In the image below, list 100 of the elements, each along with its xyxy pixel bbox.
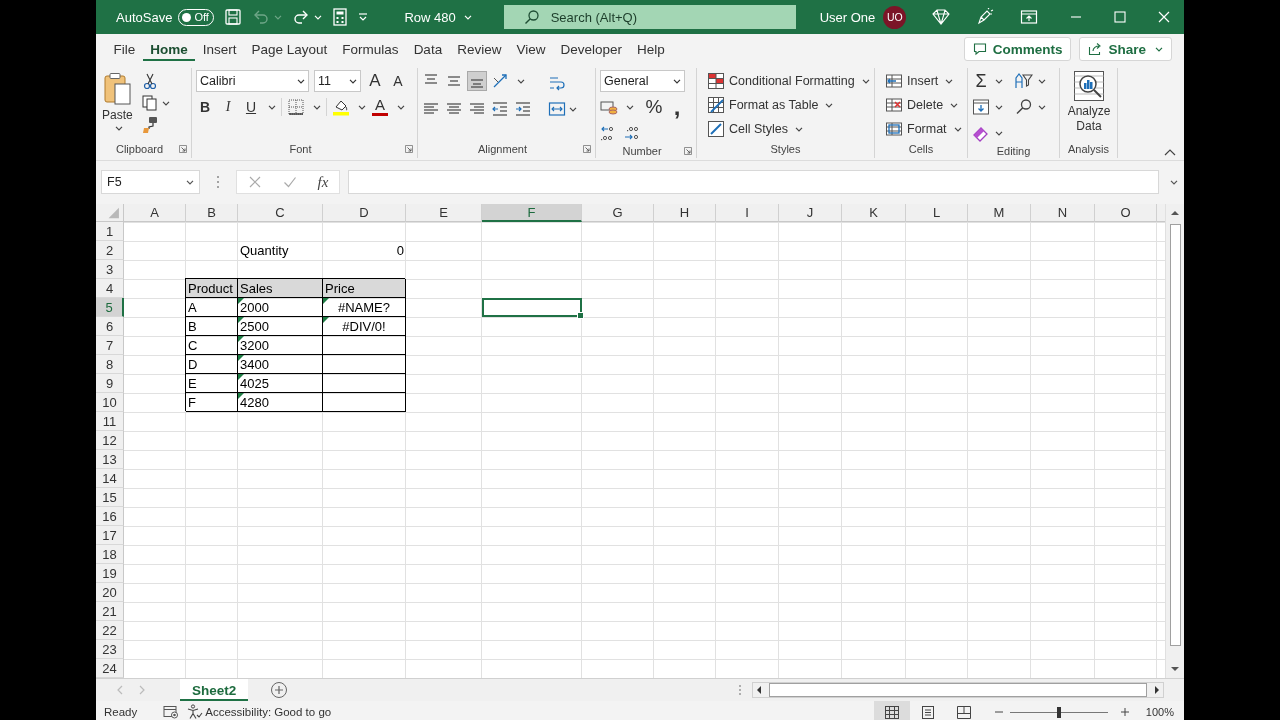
table-cell[interactable]: D <box>186 355 238 374</box>
column-header[interactable]: I <box>716 204 779 222</box>
paste-button[interactable]: Paste <box>100 70 135 133</box>
table-cell[interactable]: 4025 <box>238 374 323 393</box>
group-label: Clipboard <box>114 143 165 155</box>
underline-button[interactable]: U <box>242 96 260 118</box>
table-cell[interactable]: 3400 <box>238 355 323 374</box>
percent-style-button[interactable]: % <box>645 96 663 118</box>
column-header[interactable]: D <box>323 204 406 222</box>
row-header[interactable]: 19 <box>96 564 124 583</box>
row-header[interactable]: 16 <box>96 507 124 526</box>
autosum-button[interactable]: Σ <box>972 70 990 92</box>
column-header[interactable]: H <box>654 204 716 222</box>
table-cell[interactable]: #NAME? <box>323 298 406 317</box>
ribbon-tab[interactable]: File <box>106 34 143 64</box>
row-header[interactable]: 11 <box>96 412 124 431</box>
column-header[interactable]: E <box>406 204 482 222</box>
ribbon-tab[interactable]: Formulas <box>334 34 407 64</box>
search-field[interactable]: Search (Alt+Q) <box>503 5 796 29</box>
row-header[interactable]: 2 <box>96 241 124 260</box>
row-header[interactable]: 8 <box>96 355 124 374</box>
table-cell[interactable]: 2500 <box>238 317 323 336</box>
column-header[interactable]: K <box>842 204 906 222</box>
number-format-dropdown[interactable]: General <box>600 70 685 92</box>
ribbon-button[interactable]: Format <box>885 118 963 140</box>
name-box[interactable]: F5 <box>101 170 200 194</box>
row-header[interactable]: 9 <box>96 374 124 393</box>
ribbon-tab[interactable]: View <box>508 34 553 64</box>
table-cell[interactable]: F <box>186 393 238 412</box>
table-cell[interactable]: #DIV/0! <box>323 317 406 336</box>
row-header[interactable]: 1 <box>96 222 124 241</box>
italic-button[interactable]: I <box>219 96 237 118</box>
increase-font-size-button[interactable]: A <box>366 70 384 92</box>
column-header[interactable]: F <box>482 204 582 222</box>
font-size-dropdown[interactable]: 11 <box>314 70 361 92</box>
row-header[interactable]: 22 <box>96 621 124 640</box>
analyze-data-button[interactable]: Analyze Data <box>1064 70 1114 137</box>
group-label: Styles <box>769 143 802 155</box>
row-header[interactable]: 3 <box>96 260 124 279</box>
row-header[interactable]: 17 <box>96 526 124 545</box>
table-cell[interactable]: 0 <box>323 241 406 260</box>
row-header[interactable]: 5 <box>96 298 124 317</box>
ribbon-tab[interactable]: Help <box>629 34 673 64</box>
column-header[interactable]: B <box>186 204 238 222</box>
table-cell[interactable]: 3200 <box>238 336 323 355</box>
row-header[interactable]: 10 <box>96 393 124 412</box>
column-header[interactable]: J <box>779 204 842 222</box>
table-cell[interactable]: Quantity <box>238 241 323 260</box>
user-avatar[interactable]: UO <box>883 5 907 29</box>
ribbon-button[interactable]: Format as Table <box>707 94 870 116</box>
table-cell[interactable]: C <box>186 336 238 355</box>
column-header[interactable]: C <box>238 204 323 222</box>
table-cell[interactable]: B <box>186 317 238 336</box>
comma-style-button[interactable]: , <box>668 96 686 118</box>
zoom-level[interactable]: 100% <box>1145 706 1174 718</box>
ribbon-tab[interactable]: Developer <box>552 34 630 64</box>
row-header[interactable]: 21 <box>96 602 124 621</box>
bold-button[interactable]: B <box>196 96 214 118</box>
column-header[interactable]: N <box>1031 204 1095 222</box>
table-cell[interactable]: E <box>186 374 238 393</box>
row-header[interactable]: 23 <box>96 640 124 659</box>
ribbon-button[interactable]: Delete <box>885 94 963 116</box>
column-header[interactable]: L <box>906 204 968 222</box>
row-header[interactable]: 4 <box>96 279 124 298</box>
comments-button[interactable]: Comments <box>963 37 1072 61</box>
column-header[interactable]: G <box>582 204 654 222</box>
document-title-button[interactable]: Row 480 <box>404 9 472 25</box>
row-header[interactable]: 14 <box>96 469 124 488</box>
row-header[interactable]: 20 <box>96 583 124 602</box>
row-header[interactable]: 24 <box>96 659 124 678</box>
row-header[interactable]: 7 <box>96 336 124 355</box>
ribbon-tab[interactable]: Review <box>449 34 509 64</box>
decrease-font-size-button[interactable]: A <box>389 70 407 92</box>
row-header[interactable]: 12 <box>96 431 124 450</box>
column-header[interactable]: O <box>1095 204 1157 222</box>
column-header[interactable]: A <box>124 204 186 222</box>
insert-function-button[interactable]: fx <box>317 173 329 191</box>
accessibility-button[interactable]: Accessibility: Good to go <box>187 704 332 720</box>
ribbon-tab[interactable]: Page Layout <box>244 34 335 64</box>
row-header[interactable]: 18 <box>96 545 124 564</box>
ribbon-button[interactable]: Conditional Formatting <box>707 70 870 92</box>
status-text: Ready <box>104 706 138 718</box>
ribbon-tab[interactable]: Insert <box>195 34 245 64</box>
ribbon-button[interactable]: Cell Styles <box>707 118 870 140</box>
ribbon-tab[interactable]: Data <box>406 34 450 64</box>
ribbon-button[interactable]: Insert <box>885 70 963 92</box>
font-name-dropdown[interactable]: Calibri <box>196 70 309 92</box>
ribbon-tab[interactable]: Home <box>142 34 196 64</box>
row-header[interactable]: 15 <box>96 488 124 507</box>
row-header[interactable]: 6 <box>96 317 124 336</box>
table-cell[interactable]: Price <box>323 279 406 298</box>
table-cell[interactable]: 2000 <box>238 298 323 317</box>
font-color-button[interactable]: A <box>371 96 389 118</box>
column-header[interactable]: M <box>968 204 1031 222</box>
row-header[interactable]: 13 <box>96 450 124 469</box>
sheet-tab[interactable]: Sheet2 <box>180 679 249 701</box>
group-label: Analysis <box>1067 143 1110 155</box>
table-cell[interactable]: A <box>186 298 238 317</box>
share-button[interactable]: Share <box>1079 37 1172 61</box>
table-cell[interactable]: 4280 <box>238 393 323 412</box>
